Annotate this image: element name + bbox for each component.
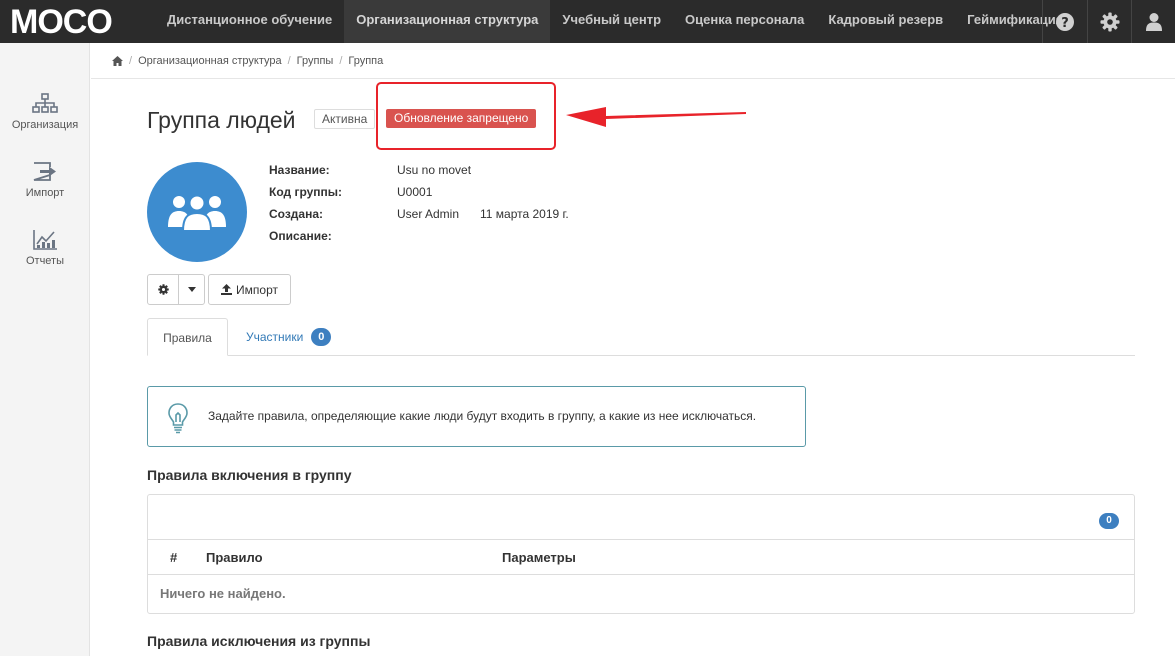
group-icon bbox=[168, 194, 226, 231]
tab-rules[interactable]: Правила bbox=[147, 318, 228, 356]
breadcrumb-groups[interactable]: Группы bbox=[297, 55, 334, 67]
status-badge: Активна bbox=[314, 109, 376, 129]
annotation-arrow-icon bbox=[566, 107, 746, 127]
prop-value: U0001 bbox=[397, 185, 433, 199]
group-properties: Название: Usu no movet Код группы: U0001… bbox=[269, 163, 669, 251]
prop-key: Создана: bbox=[269, 207, 324, 221]
svg-text:MOCO: MOCO bbox=[10, 4, 112, 38]
prop-date: 11 марта 2019 г. bbox=[480, 207, 569, 221]
column-header-params[interactable]: Параметры bbox=[502, 550, 576, 565]
nav-item-talent-pool[interactable]: Кадровый резерв bbox=[816, 0, 955, 43]
prop-value: User Admin bbox=[397, 207, 460, 221]
moco-logo[interactable]: MOCO bbox=[8, 4, 138, 38]
annotation-highlight-box bbox=[376, 82, 556, 150]
home-icon[interactable] bbox=[112, 56, 123, 66]
page-title: Группа людей bbox=[147, 107, 296, 133]
sidebar-item-organization[interactable]: Организация bbox=[0, 93, 90, 131]
inclusion-rules-title: Правила включения в группу bbox=[147, 467, 352, 483]
lightbulb-icon bbox=[168, 403, 188, 434]
prop-key: Название: bbox=[269, 163, 330, 177]
breadcrumb-bar: / Организационная структура / Группы / Г… bbox=[91, 43, 1175, 79]
nav-item-org-structure[interactable]: Организационная структура bbox=[344, 0, 551, 43]
upload-icon bbox=[221, 284, 233, 295]
sidebar-item-label: Импорт bbox=[25, 187, 65, 199]
prop-description: Описание: bbox=[269, 229, 669, 251]
nav-item-distance-learning[interactable]: Дистанционное обучение bbox=[155, 0, 344, 43]
sidebar-item-label: Организация bbox=[11, 119, 79, 131]
info-text: Задайте правила, определяющие какие люди… bbox=[208, 409, 757, 423]
exclusion-rules-title: Правила исключения из группы bbox=[147, 633, 371, 649]
gear-icon bbox=[1100, 12, 1119, 31]
gear-icon bbox=[157, 284, 169, 295]
import-button[interactable]: Импорт bbox=[208, 274, 291, 305]
breadcrumb-org-structure[interactable]: Организационная структура bbox=[138, 55, 282, 67]
svg-text:?: ? bbox=[1061, 16, 1069, 31]
inclusion-rules-panel: 0 # Правило Параметры Ничего не найдено. bbox=[147, 494, 1135, 614]
prop-created: Создана: User Admin 11 марта 2019 г. bbox=[269, 207, 669, 229]
column-header-number[interactable]: # bbox=[170, 550, 177, 565]
import-icon bbox=[33, 162, 56, 181]
help-icon: ? bbox=[1056, 12, 1074, 31]
settings-button[interactable] bbox=[1087, 0, 1131, 43]
tab-members[interactable]: Участники 0 bbox=[246, 318, 332, 356]
group-avatar bbox=[147, 162, 247, 262]
breadcrumb-current: Группа bbox=[348, 55, 384, 67]
breadcrumb-separator: / bbox=[287, 55, 291, 67]
help-button[interactable]: ? bbox=[1042, 0, 1087, 43]
prop-key: Код группы: bbox=[269, 185, 343, 199]
caret-down-icon bbox=[187, 287, 196, 292]
left-sidebar: Организация Импорт Отчеты bbox=[0, 43, 90, 656]
org-chart-icon bbox=[32, 93, 58, 113]
empty-state-text: Ничего не найдено. bbox=[160, 586, 286, 601]
tab-members-label: Участники bbox=[246, 330, 304, 344]
info-callout: Задайте правила, определяющие какие люди… bbox=[147, 386, 806, 447]
breadcrumb: / Организационная структура / Группы / Г… bbox=[112, 55, 383, 67]
prop-name: Название: Usu no movet bbox=[269, 163, 669, 185]
prop-key: Описание: bbox=[269, 229, 332, 243]
column-header-rule[interactable]: Правило bbox=[206, 550, 263, 565]
actions-dropdown-toggle[interactable] bbox=[178, 274, 205, 305]
import-button-label: Импорт bbox=[236, 282, 278, 297]
nav-item-assessment[interactable]: Оценка персонала bbox=[673, 0, 816, 43]
prop-value: Usu no movet bbox=[397, 163, 472, 177]
breadcrumb-separator: / bbox=[339, 55, 343, 67]
main-nav: Дистанционное обучение Организационная с… bbox=[155, 0, 1075, 43]
table-header: # Правило Параметры bbox=[148, 539, 1134, 575]
sidebar-item-reports[interactable]: Отчеты bbox=[0, 229, 90, 267]
actions-gear-button[interactable] bbox=[147, 274, 179, 305]
members-count-badge: 0 bbox=[311, 328, 332, 346]
sidebar-item-import[interactable]: Импорт bbox=[0, 161, 90, 199]
user-menu-button[interactable] bbox=[1131, 0, 1175, 43]
breadcrumb-separator: / bbox=[129, 55, 133, 67]
inclusion-count-badge: 0 bbox=[1099, 513, 1119, 529]
nav-item-training-center[interactable]: Учебный центр bbox=[550, 0, 673, 43]
prop-code: Код группы: U0001 bbox=[269, 185, 669, 207]
reports-icon bbox=[33, 230, 57, 250]
user-icon bbox=[1145, 12, 1162, 31]
top-navbar: MOCO Дистанционное обучение Организацион… bbox=[0, 0, 1175, 43]
sidebar-item-label: Отчеты bbox=[25, 255, 65, 267]
